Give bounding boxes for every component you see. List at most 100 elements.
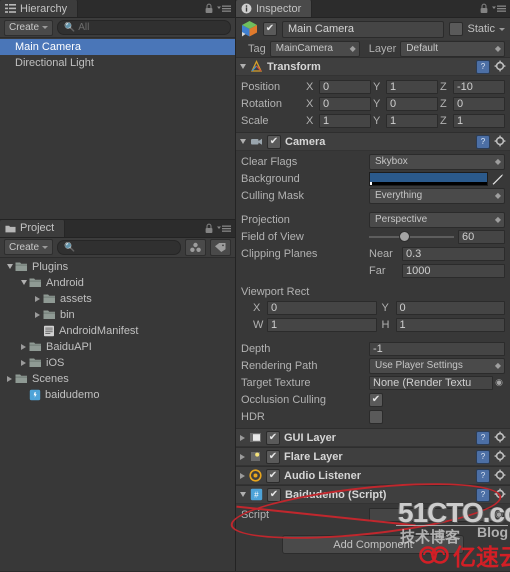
- script-object-field[interactable]: [369, 507, 493, 522]
- far-input[interactable]: 1000: [402, 263, 505, 278]
- project-item-baiduapi[interactable]: BaiduAPI: [0, 339, 235, 355]
- gui-layer-header[interactable]: GUI Layer ?: [236, 429, 510, 447]
- culling-mask-dropdown[interactable]: Everything ◆: [369, 187, 505, 204]
- twisty-expanded[interactable]: [18, 275, 29, 291]
- gear-icon[interactable]: [494, 488, 507, 501]
- position-z-input[interactable]: -10: [453, 79, 505, 94]
- twisty-collapsed[interactable]: [4, 371, 15, 387]
- panel-menu-icon[interactable]: [492, 3, 506, 14]
- gear-icon[interactable]: [494, 135, 507, 148]
- viewport-y-input[interactable]: 0: [395, 300, 505, 315]
- twisty-expanded[interactable]: [4, 259, 15, 275]
- project-item-assets[interactable]: assets: [0, 291, 235, 307]
- fov-input[interactable]: 60: [458, 229, 505, 244]
- hierarchy-item-main-camera[interactable]: Main Camera: [0, 39, 235, 55]
- static-toggle-group[interactable]: Static: [449, 22, 505, 36]
- help-icon[interactable]: ?: [476, 449, 490, 464]
- scale-z-input[interactable]: 1: [453, 113, 505, 128]
- fov-slider-track[interactable]: [369, 231, 454, 242]
- object-picker-icon[interactable]: ◉: [493, 509, 505, 520]
- static-checkbox[interactable]: [449, 22, 464, 36]
- tab-inspector[interactable]: Inspector: [236, 0, 313, 17]
- gear-icon[interactable]: [494, 60, 507, 73]
- lock-icon[interactable]: [479, 3, 489, 14]
- tab-hierarchy[interactable]: Hierarchy: [0, 0, 79, 17]
- position-y-input[interactable]: 1: [386, 79, 438, 94]
- background-color-field[interactable]: [369, 171, 488, 186]
- depth-input[interactable]: -1: [369, 341, 505, 356]
- project-item-ios[interactable]: iOS: [0, 355, 235, 371]
- fov-slider[interactable]: [369, 231, 458, 242]
- audio-listener-enabled-checkbox[interactable]: [266, 468, 280, 483]
- help-icon[interactable]: ?: [476, 468, 490, 483]
- tag-dropdown[interactable]: MainCamera ◆: [269, 40, 360, 57]
- scale-x-input[interactable]: 1: [319, 113, 371, 128]
- collapse-toggle-icon[interactable]: [240, 64, 246, 69]
- filter-by-label-button[interactable]: [210, 238, 231, 256]
- collapse-toggle-icon[interactable]: [240, 139, 246, 144]
- occlusion-culling-checkbox[interactable]: [369, 392, 383, 407]
- camera-header[interactable]: Camera ?: [236, 133, 510, 151]
- viewport-x-input[interactable]: 0: [267, 300, 377, 315]
- project-search-input[interactable]: 🔍: [57, 239, 181, 255]
- projection-dropdown[interactable]: Perspective ◆: [369, 211, 505, 228]
- twisty-collapsed[interactable]: [18, 339, 29, 355]
- viewport-w-input[interactable]: 1: [267, 317, 377, 332]
- clear-flags-dropdown[interactable]: Skybox ◆: [369, 153, 505, 170]
- project-tree[interactable]: Plugins Android assets bin AndroidManife…: [0, 257, 235, 571]
- add-component-button[interactable]: Add Component: [282, 535, 464, 554]
- gear-icon[interactable]: [494, 450, 507, 463]
- baidudemo-enabled-checkbox[interactable]: [267, 487, 281, 502]
- help-icon[interactable]: ?: [476, 430, 490, 445]
- rotation-x-input[interactable]: 0: [319, 96, 371, 111]
- rendering-path-dropdown[interactable]: Use Player Settings ◆: [369, 357, 505, 374]
- project-item-bin[interactable]: bin: [0, 307, 235, 323]
- target-texture-object-field[interactable]: None (Render Textu: [369, 375, 493, 390]
- twisty-collapsed[interactable]: [18, 355, 29, 371]
- help-icon[interactable]: ?: [476, 134, 490, 149]
- hierarchy-create-button[interactable]: Create: [4, 19, 54, 36]
- rotation-z-input[interactable]: 0: [453, 96, 505, 111]
- scale-y-input[interactable]: 1: [386, 113, 438, 128]
- gameobject-name-input[interactable]: Main Camera: [282, 20, 445, 38]
- camera-enabled-checkbox[interactable]: [267, 134, 281, 149]
- flare-layer-enabled-checkbox[interactable]: [266, 449, 280, 464]
- help-icon[interactable]: ?: [476, 59, 490, 74]
- rotation-y-input[interactable]: 0: [386, 96, 438, 111]
- eyedropper-icon[interactable]: [491, 172, 505, 186]
- project-create-button[interactable]: Create: [4, 239, 54, 256]
- project-item-scenes[interactable]: Scenes: [0, 371, 235, 387]
- transform-header[interactable]: Transform ?: [236, 58, 510, 76]
- twisty-collapsed[interactable]: [32, 307, 43, 323]
- help-icon[interactable]: ?: [476, 487, 490, 502]
- hierarchy-search-input[interactable]: 🔍 All: [57, 20, 231, 35]
- collapse-toggle-icon[interactable]: [240, 492, 246, 497]
- hdr-checkbox[interactable]: [369, 409, 383, 424]
- gear-icon[interactable]: [494, 469, 507, 482]
- panel-menu-icon[interactable]: [217, 3, 231, 14]
- layer-dropdown[interactable]: Default ◆: [400, 40, 505, 57]
- position-x-input[interactable]: 0: [319, 79, 371, 94]
- tab-project[interactable]: Project: [0, 219, 66, 237]
- panel-menu-icon[interactable]: [217, 223, 231, 234]
- hierarchy-tree[interactable]: Main Camera Directional Light: [0, 38, 235, 219]
- project-item-plugins[interactable]: Plugins: [0, 259, 235, 275]
- flare-layer-header[interactable]: Flare Layer ?: [236, 448, 510, 466]
- gear-icon[interactable]: [494, 431, 507, 444]
- near-input[interactable]: 0.3: [402, 246, 505, 261]
- gameobject-enabled-checkbox[interactable]: [263, 22, 277, 36]
- expand-toggle-icon[interactable]: [240, 453, 245, 460]
- object-picker-icon[interactable]: ◉: [493, 377, 505, 388]
- fov-slider-knob[interactable]: [398, 231, 410, 242]
- project-item-androidmanifest[interactable]: AndroidManifest: [0, 323, 235, 339]
- viewport-h-input[interactable]: 1: [395, 317, 505, 332]
- chevron-down-icon[interactable]: [499, 27, 505, 31]
- lock-icon[interactable]: [204, 3, 214, 14]
- project-item-baidudemo[interactable]: baidudemo: [0, 387, 235, 403]
- audio-listener-header[interactable]: Audio Listener ?: [236, 467, 510, 485]
- baidudemo-script-header[interactable]: # Baidudemo (Script) ?: [236, 486, 510, 504]
- gui-layer-enabled-checkbox[interactable]: [266, 430, 280, 445]
- hierarchy-item-directional-light[interactable]: Directional Light: [0, 55, 235, 71]
- twisty-collapsed[interactable]: [32, 291, 43, 307]
- project-item-android[interactable]: Android: [0, 275, 235, 291]
